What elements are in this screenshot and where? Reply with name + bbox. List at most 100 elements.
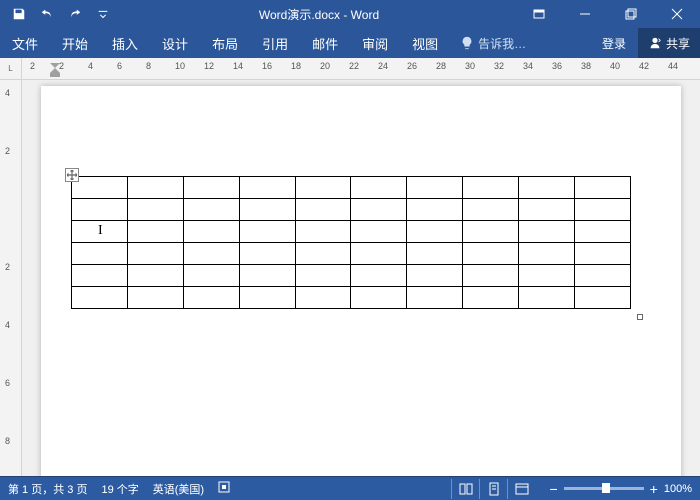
table-move-handle[interactable] xyxy=(65,168,79,182)
read-mode-button[interactable] xyxy=(451,479,479,499)
tell-me-search[interactable]: 告诉我… xyxy=(450,28,536,58)
table-cell[interactable] xyxy=(407,287,463,309)
ruler-corner[interactable]: L xyxy=(0,58,22,79)
tab-layout[interactable]: 布局 xyxy=(200,28,250,58)
table-cell[interactable] xyxy=(463,243,519,265)
table-cell[interactable] xyxy=(519,265,575,287)
table-cell[interactable] xyxy=(239,221,295,243)
close-button[interactable] xyxy=(654,0,700,28)
table-cell[interactable] xyxy=(463,265,519,287)
table-cell[interactable] xyxy=(295,177,351,199)
table-cell[interactable] xyxy=(519,287,575,309)
table-cell[interactable] xyxy=(127,243,183,265)
table-cell[interactable] xyxy=(463,199,519,221)
web-layout-button[interactable] xyxy=(507,479,535,499)
tab-mailings[interactable]: 邮件 xyxy=(300,28,350,58)
vertical-ruler[interactable]: 42246810 xyxy=(0,80,22,476)
status-word-count[interactable]: 19 个字 xyxy=(101,481,138,497)
table-cell[interactable] xyxy=(407,221,463,243)
undo-button[interactable] xyxy=(34,2,60,26)
tab-insert[interactable]: 插入 xyxy=(100,28,150,58)
table-cell[interactable] xyxy=(575,287,631,309)
table-cell[interactable] xyxy=(183,177,239,199)
table-cell[interactable] xyxy=(351,287,407,309)
table-cell[interactable] xyxy=(407,199,463,221)
table-resize-handle[interactable] xyxy=(637,314,643,320)
status-page[interactable]: 第 1 页，共 3 页 xyxy=(8,481,87,497)
table-cell[interactable] xyxy=(575,221,631,243)
table-cell[interactable] xyxy=(295,221,351,243)
table-cell[interactable] xyxy=(183,265,239,287)
table-cell[interactable] xyxy=(183,221,239,243)
table-cell[interactable] xyxy=(127,287,183,309)
restore-button[interactable] xyxy=(608,0,654,28)
document-scroll-area[interactable]: I xyxy=(22,80,700,476)
table-cell[interactable] xyxy=(519,243,575,265)
zoom-slider-thumb[interactable] xyxy=(602,483,610,493)
table-cell[interactable] xyxy=(575,199,631,221)
table-cell[interactable] xyxy=(127,177,183,199)
table-cell[interactable] xyxy=(295,287,351,309)
table-cell[interactable] xyxy=(407,243,463,265)
tab-design[interactable]: 设计 xyxy=(150,28,200,58)
table-cell[interactable] xyxy=(351,221,407,243)
table-cell[interactable] xyxy=(239,243,295,265)
zoom-out-button[interactable]: − xyxy=(549,481,557,497)
table-cell[interactable] xyxy=(463,287,519,309)
table-row[interactable] xyxy=(72,199,631,221)
table-cell[interactable] xyxy=(519,221,575,243)
qat-customize[interactable] xyxy=(90,2,116,26)
table-cell[interactable] xyxy=(127,265,183,287)
table-cell[interactable] xyxy=(519,199,575,221)
minimize-button[interactable] xyxy=(562,0,608,28)
tab-references[interactable]: 引用 xyxy=(250,28,300,58)
tab-review[interactable]: 审阅 xyxy=(350,28,400,58)
table-cell[interactable] xyxy=(351,199,407,221)
table-cell[interactable] xyxy=(407,265,463,287)
horizontal-ruler[interactable]: L 22468101214161820222426283032343638404… xyxy=(0,58,700,80)
table-cell[interactable] xyxy=(72,177,128,199)
table-cell[interactable] xyxy=(239,265,295,287)
table-row[interactable]: I xyxy=(72,221,631,243)
table-cell[interactable] xyxy=(183,243,239,265)
tab-home[interactable]: 开始 xyxy=(50,28,100,58)
table-cell[interactable] xyxy=(463,221,519,243)
table-cell[interactable] xyxy=(295,265,351,287)
table-cell[interactable] xyxy=(407,177,463,199)
document-table[interactable]: I xyxy=(71,176,631,309)
redo-button[interactable] xyxy=(62,2,88,26)
table-cell[interactable] xyxy=(575,243,631,265)
share-button[interactable]: 共享 xyxy=(638,28,700,58)
save-button[interactable] xyxy=(6,2,32,26)
print-layout-button[interactable] xyxy=(479,479,507,499)
zoom-slider[interactable] xyxy=(564,487,644,490)
table-row[interactable] xyxy=(72,265,631,287)
ribbon-display-options[interactable] xyxy=(516,0,562,28)
status-macro[interactable] xyxy=(218,481,230,496)
status-language[interactable]: 英语(美国) xyxy=(153,481,204,497)
tab-file[interactable]: 文件 xyxy=(0,28,50,58)
table-cell[interactable] xyxy=(295,243,351,265)
table-cell[interactable] xyxy=(127,199,183,221)
table-cell[interactable] xyxy=(239,287,295,309)
table-cell[interactable] xyxy=(351,243,407,265)
table-cell[interactable] xyxy=(575,265,631,287)
zoom-in-button[interactable]: + xyxy=(650,481,658,497)
table-cell[interactable] xyxy=(72,287,128,309)
table-cell[interactable] xyxy=(72,199,128,221)
table-cell[interactable] xyxy=(127,221,183,243)
table-cell[interactable] xyxy=(351,265,407,287)
table-cell[interactable] xyxy=(575,177,631,199)
table-cell[interactable] xyxy=(351,177,407,199)
tab-view[interactable]: 视图 xyxy=(400,28,450,58)
table-cell[interactable]: I xyxy=(72,221,128,243)
table-cell[interactable] xyxy=(72,243,128,265)
table-cell[interactable] xyxy=(239,177,295,199)
table-row[interactable] xyxy=(72,177,631,199)
zoom-level[interactable]: 100% xyxy=(664,483,692,495)
table-cell[interactable] xyxy=(463,177,519,199)
signin-link[interactable]: 登录 xyxy=(590,28,638,58)
table-row[interactable] xyxy=(72,287,631,309)
table-cell[interactable] xyxy=(239,199,295,221)
table-cell[interactable] xyxy=(72,265,128,287)
